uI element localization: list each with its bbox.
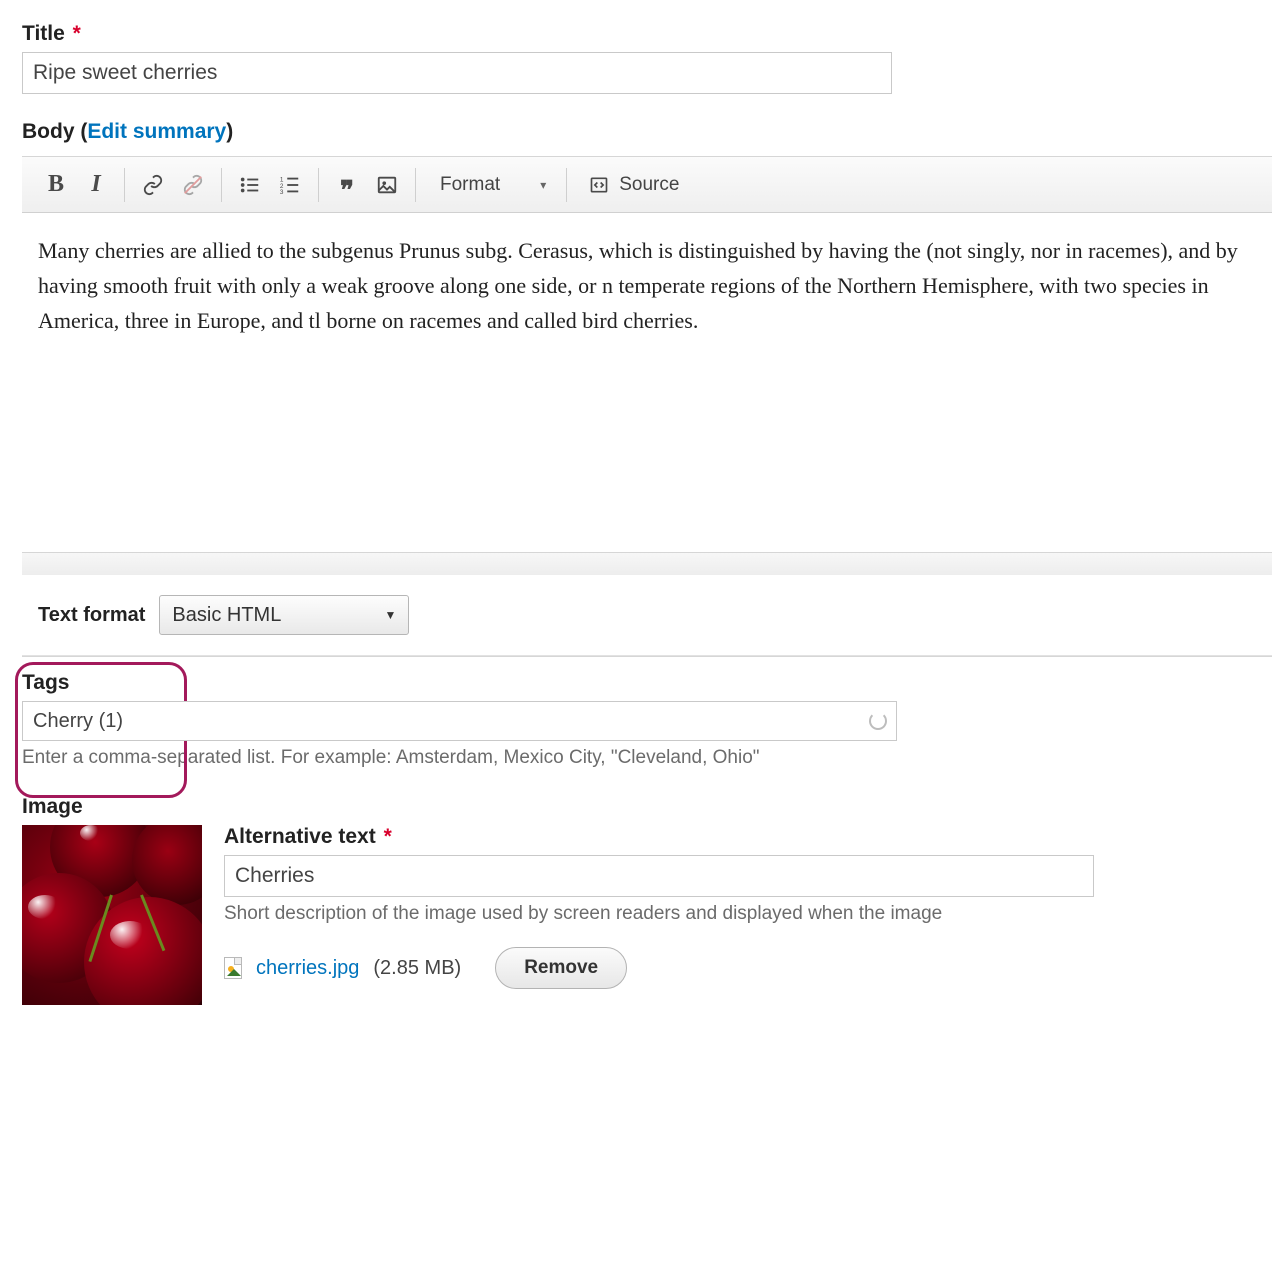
numbered-list-button[interactable]: 1 2 3 — [270, 165, 310, 205]
text-format-value: Basic HTML — [172, 604, 281, 627]
toolbar-separator — [221, 168, 222, 202]
tags-section: Tags Enter a comma-separated list. For e… — [22, 671, 1272, 769]
chevron-down-icon: ▼ — [385, 608, 397, 622]
editor-resize-handle[interactable] — [22, 553, 1272, 575]
chevron-down-icon: ▾ — [540, 178, 546, 192]
required-star-icon: * — [73, 22, 81, 45]
alt-text-help: Short description of the image used by s… — [224, 903, 1272, 925]
blockquote-button[interactable]: ❞ — [327, 165, 367, 205]
text-format-label: Text format — [38, 604, 145, 627]
bold-button[interactable]: B — [36, 165, 76, 205]
editor-toolbar: B I 1 2 3 — [22, 157, 1272, 213]
title-label: Title * — [22, 22, 1272, 46]
body-label-text: Body — [22, 120, 75, 143]
file-row: cherries.jpg (2.85 MB) Remove — [224, 947, 1272, 989]
italic-button[interactable]: I — [76, 165, 116, 205]
format-dropdown[interactable]: Format ▾ — [424, 165, 558, 205]
link-button[interactable] — [133, 165, 173, 205]
tags-input[interactable] — [22, 701, 897, 741]
alt-text-label: Alternative text * — [224, 825, 1272, 849]
file-size: (2.85 MB) — [373, 957, 461, 980]
source-button[interactable]: Source — [575, 174, 693, 196]
image-section: Image Alternative text * Short descripti… — [22, 795, 1272, 1005]
toolbar-separator — [318, 168, 319, 202]
remove-button[interactable]: Remove — [495, 947, 627, 989]
alt-text-input[interactable] — [224, 855, 1094, 897]
alt-text-label-text: Alternative text — [224, 825, 376, 848]
image-button[interactable] — [367, 165, 407, 205]
toolbar-separator — [415, 168, 416, 202]
source-button-label: Source — [619, 174, 679, 196]
svg-text:3: 3 — [280, 189, 284, 196]
tags-label: Tags — [22, 671, 1272, 695]
tags-help-text: Enter a comma-separated list. For exampl… — [22, 747, 1272, 769]
autocomplete-spinner-icon — [869, 712, 887, 730]
body-textarea[interactable]: Many cherries are allied to the subgenus… — [22, 213, 1272, 553]
paren-close: ) — [226, 120, 233, 143]
file-name-link[interactable]: cherries.jpg — [256, 957, 359, 980]
bullet-list-button[interactable] — [230, 165, 270, 205]
toolbar-separator — [566, 168, 567, 202]
image-file-icon — [224, 957, 242, 979]
toolbar-separator — [124, 168, 125, 202]
text-format-select[interactable]: Basic HTML ▼ — [159, 595, 409, 635]
title-input[interactable] — [22, 52, 892, 94]
body-label: Body (Edit summary) — [22, 120, 1272, 144]
text-format-row: Text format Basic HTML ▼ — [22, 575, 1272, 656]
rich-text-editor: B I 1 2 3 — [22, 156, 1272, 657]
title-label-text: Title — [22, 22, 65, 45]
unlink-button[interactable] — [173, 165, 213, 205]
image-label: Image — [22, 795, 1272, 819]
format-dropdown-label: Format — [440, 174, 500, 196]
required-star-icon: * — [384, 825, 392, 848]
edit-summary-link[interactable]: Edit summary — [87, 120, 226, 143]
image-thumbnail[interactable] — [22, 825, 202, 1005]
